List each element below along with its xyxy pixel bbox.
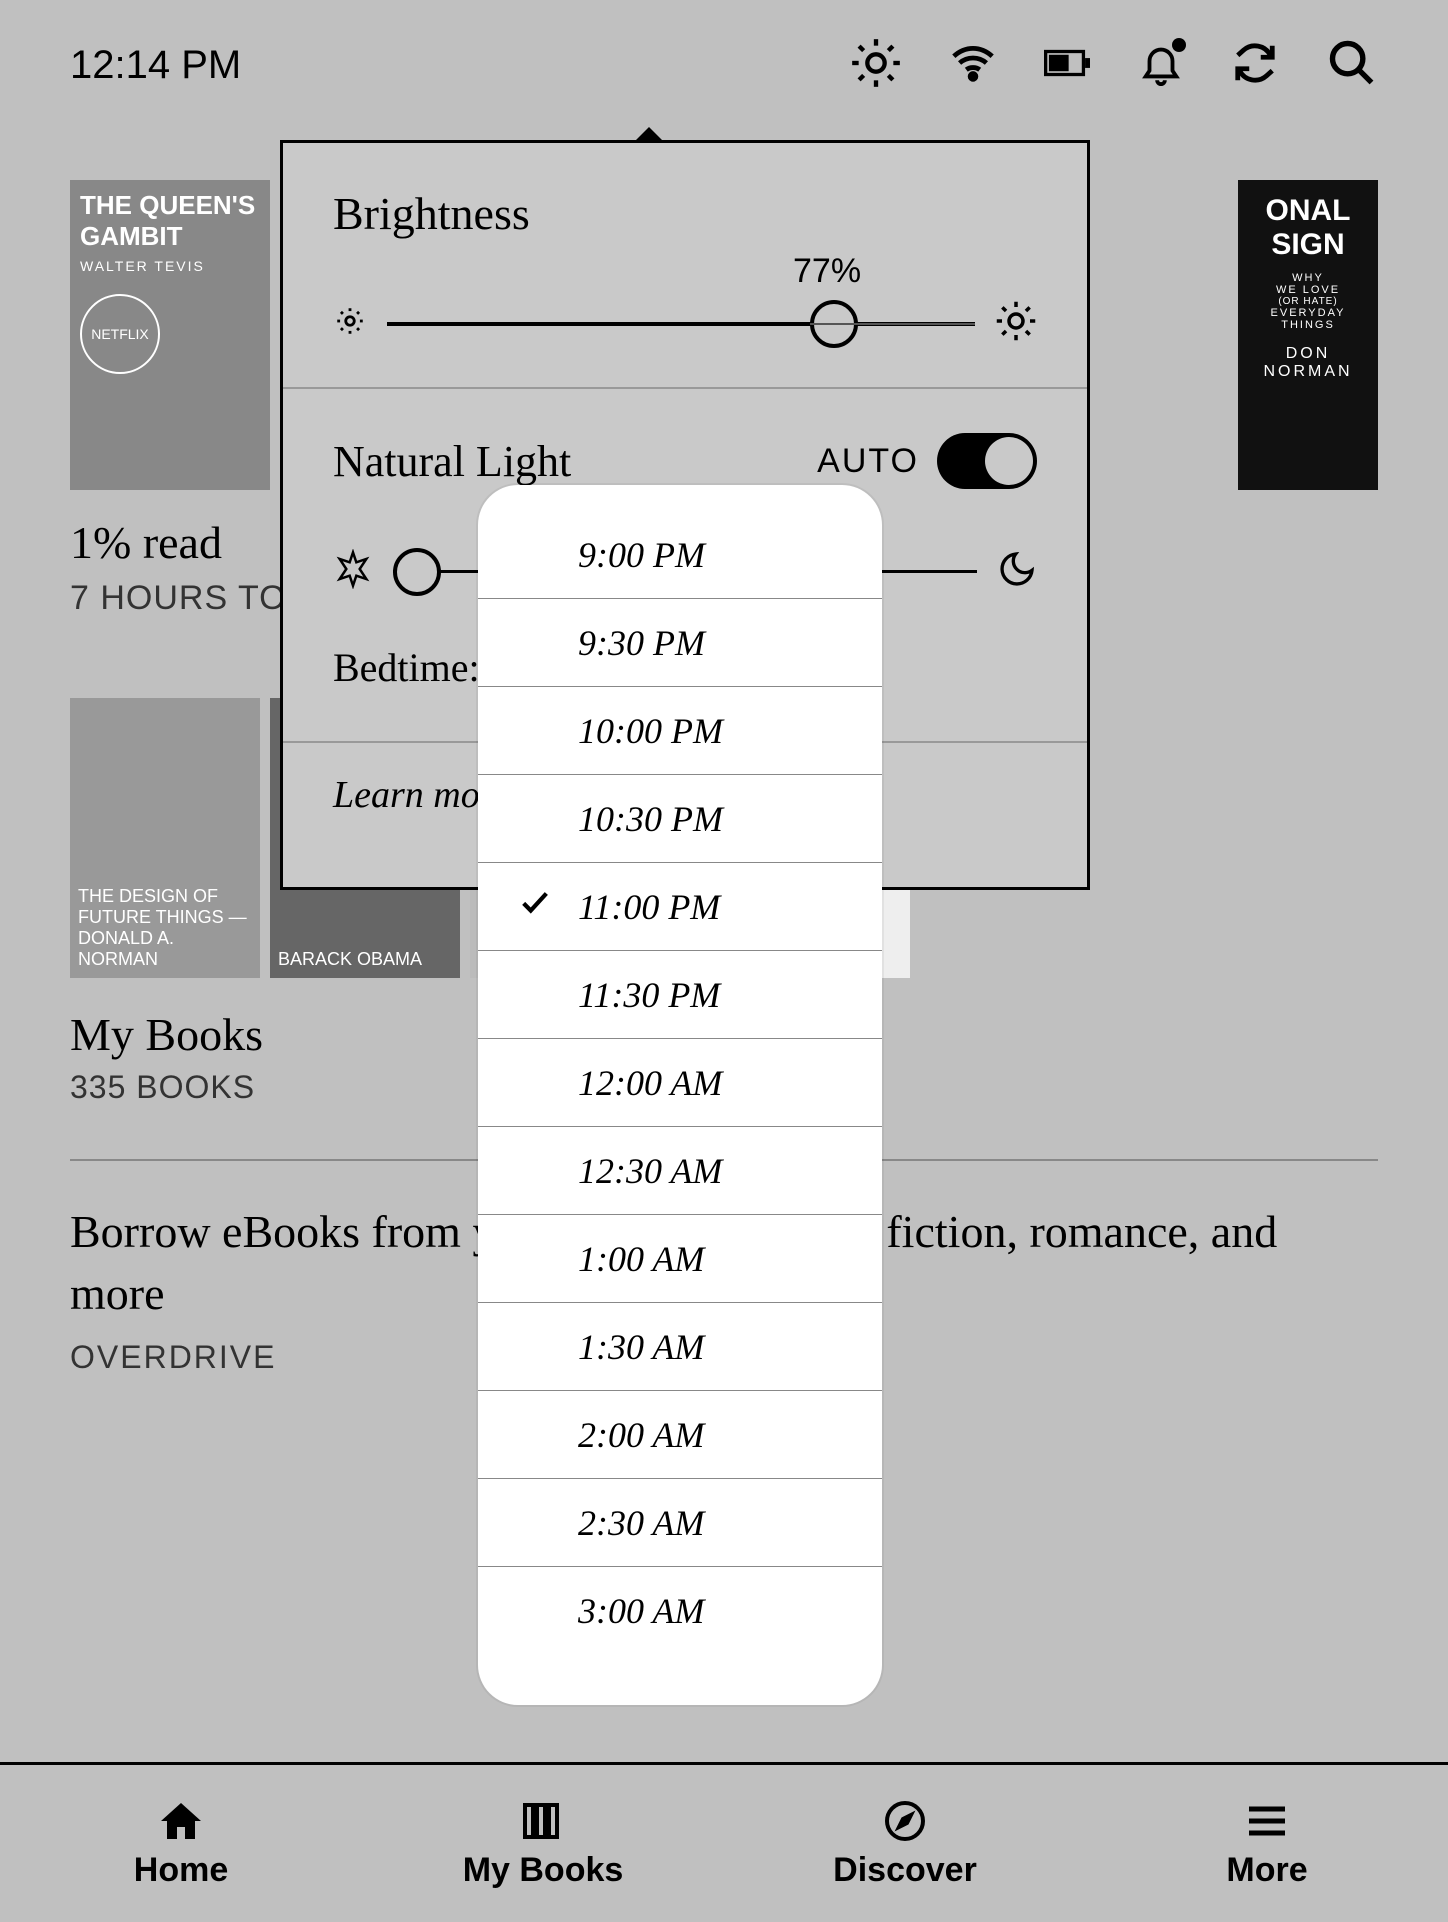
book-title: THE QUEEN'S GAMBIT — [80, 190, 260, 252]
sync-icon[interactable] — [1232, 40, 1278, 91]
time-option-label: 9:30 PM — [578, 622, 705, 664]
time-option-label: 1:00 AM — [578, 1238, 704, 1280]
status-icons — [850, 37, 1378, 94]
sun-small-icon — [333, 304, 367, 343]
brightness-icon[interactable] — [850, 37, 902, 94]
home-icon — [157, 1797, 205, 1845]
book-author: WALTER TEVIS — [80, 258, 260, 274]
time-option[interactable]: 2:00 AM — [478, 1391, 882, 1479]
search-icon[interactable] — [1326, 37, 1378, 94]
netflix-badge: NETFLIX — [80, 294, 160, 374]
wifi-icon[interactable] — [950, 40, 996, 91]
time-option-label: 11:00 PM — [578, 886, 720, 928]
nav-discover[interactable]: Discover — [724, 1765, 1086, 1922]
time-option[interactable]: 2:30 AM — [478, 1479, 882, 1567]
moon-icon — [997, 549, 1037, 594]
nav-home[interactable]: Home — [0, 1765, 362, 1922]
sun-outline-icon — [333, 549, 373, 594]
time-option[interactable]: 12:30 AM — [478, 1127, 882, 1215]
time-option[interactable]: 3:00 AM — [478, 1567, 882, 1655]
time-option-label: 12:30 AM — [578, 1150, 722, 1192]
nav-mybooks-label: My Books — [463, 1851, 624, 1890]
time-option-label: 1:30 AM — [578, 1326, 704, 1368]
book-cover-right[interactable]: ONAL SIGN WHY WE LOVE (OR HATE) EVERYDAY… — [1238, 180, 1378, 490]
brightness-percent: 77% — [793, 252, 861, 291]
time-option-label: 10:00 PM — [578, 710, 723, 752]
auto-label: AUTO — [817, 442, 919, 481]
status-bar: 12:14 PM — [0, 0, 1448, 130]
natural-light-title: Natural Light — [333, 436, 571, 487]
current-book-cover[interactable]: THE QUEEN'S GAMBIT WALTER TEVIS NETFLIX — [70, 180, 270, 490]
menu-icon — [1243, 1797, 1291, 1845]
time-option-label: 2:30 AM — [578, 1502, 704, 1544]
nav-home-label: Home — [134, 1851, 228, 1890]
check-icon — [518, 885, 552, 928]
auto-toggle[interactable] — [937, 433, 1037, 489]
time-option[interactable]: 9:30 PM — [478, 599, 882, 687]
time-option[interactable]: 1:00 AM — [478, 1215, 882, 1303]
sun-large-icon — [995, 300, 1037, 347]
compass-icon — [881, 1797, 929, 1845]
natural-light-thumb[interactable] — [393, 548, 441, 596]
bottom-nav: Home My Books Discover More — [0, 1762, 1448, 1922]
status-time: 12:14 PM — [70, 43, 241, 88]
bedtime-time-picker: 9:00 PM 9:30 PM 10:00 PM 10:30 PM 11:00 PM 11… — [478, 485, 882, 1705]
brightness-title: Brightness — [333, 187, 1037, 240]
time-option-label: 3:00 AM — [578, 1590, 704, 1632]
cover-1[interactable]: THE DESIGN OF FUTURE THINGS — DONALD A. … — [70, 698, 260, 978]
books-icon — [519, 1797, 567, 1845]
brightness-thumb[interactable] — [810, 300, 858, 348]
battery-icon[interactable] — [1044, 40, 1090, 91]
time-option[interactable]: 10:00 PM — [478, 687, 882, 775]
time-option[interactable]: 11:30 PM — [478, 951, 882, 1039]
time-option[interactable]: 10:30 PM — [478, 775, 882, 863]
notification-bell-icon[interactable] — [1138, 40, 1184, 91]
time-option-label: 11:30 PM — [578, 974, 720, 1016]
time-option[interactable]: 9:00 PM — [478, 511, 882, 599]
time-option-label: 10:30 PM — [578, 798, 723, 840]
time-option-label: 9:00 PM — [578, 534, 705, 576]
time-option[interactable]: 1:30 AM — [478, 1303, 882, 1391]
nav-mybooks[interactable]: My Books — [362, 1765, 724, 1922]
nav-more[interactable]: More — [1086, 1765, 1448, 1922]
nav-discover-label: Discover — [833, 1851, 977, 1890]
brightness-slider[interactable]: 77% — [333, 300, 1037, 347]
time-option[interactable]: 12:00 AM — [478, 1039, 882, 1127]
time-option-label: 12:00 AM — [578, 1062, 722, 1104]
time-option-label: 2:00 AM — [578, 1414, 704, 1456]
nav-more-label: More — [1226, 1851, 1307, 1890]
time-option[interactable]: 11:00 PM — [478, 863, 882, 951]
